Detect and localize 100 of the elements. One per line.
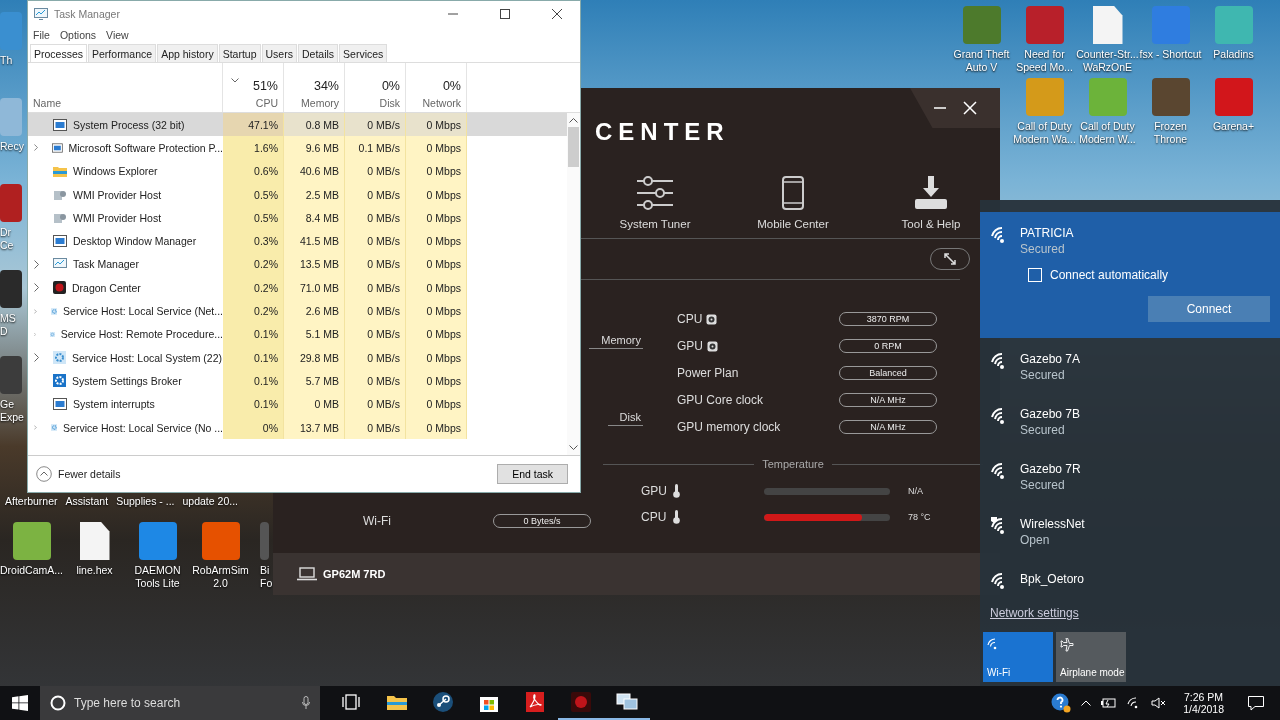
desktop-shortcut[interactable]: Ge Expe	[0, 356, 27, 442]
desktop-icon-label[interactable]: Assistant	[65, 495, 109, 507]
table-cell: 0 Mbps	[406, 206, 467, 230]
connect-automatically-checkbox[interactable]: Connect automatically	[1028, 268, 1169, 282]
end-task-button[interactable]: End task	[497, 464, 568, 484]
connect-button[interactable]: Connect	[1148, 296, 1270, 322]
tab[interactable]: Users	[261, 44, 297, 62]
steam-icon	[433, 692, 453, 712]
sync-button[interactable]	[930, 248, 970, 270]
process-row[interactable]: Service Host: Remote Procedure... 0.1% 5.1 MB 0 MB/s 0 Mbps	[28, 322, 567, 346]
tab[interactable]: App history	[157, 44, 218, 62]
desktop-shortcut[interactable]: line.hex	[63, 522, 126, 590]
close-icon[interactable]	[552, 8, 562, 19]
network-item[interactable]: PATRICIA Secured Connect automatically Connect	[980, 212, 1280, 338]
process-row[interactable]: System interrupts 0.1% 0 MB 0 MB/s 0 Mbps	[28, 392, 567, 416]
menu-item[interactable]: Options	[59, 29, 97, 41]
volume-muted-icon[interactable]	[1151, 697, 1168, 709]
network-status: Open	[1020, 533, 1051, 547]
file-icon[interactable]	[79, 522, 110, 560]
process-row[interactable]: Microsoft Software Protection P... 1.6% 9.6 MB 0.1 MB/s 0 Mbps	[28, 136, 567, 160]
table-cell: 2.6 MB	[284, 299, 345, 323]
expand-chevron-icon[interactable]	[34, 259, 39, 269]
clock[interactable]: 7:26 PM 1/4/2018	[1183, 691, 1224, 715]
tab[interactable]: Processes	[30, 44, 88, 62]
desktop-shortcut[interactable]: Bi Fo	[260, 522, 273, 590]
nav-label[interactable]: Mobile Center	[757, 218, 829, 230]
network-item[interactable]: Gazebo 7A Secured	[980, 338, 1280, 393]
tab[interactable]: Performance	[88, 44, 157, 62]
nav-label[interactable]: Tool & Help	[901, 218, 961, 230]
table-cell: 5.1 MB	[284, 322, 345, 346]
desktop-icon-label[interactable]: Supplies - ...	[116, 495, 175, 507]
process-row[interactable]: Desktop Window Manager 0.3% 41.5 MB 0 MB/s 0 Mbps	[28, 229, 567, 253]
network-item[interactable]: Gazebo 7B Secured	[980, 393, 1280, 448]
quick-action-tile[interactable]: Wi-Fi	[983, 632, 1053, 682]
process-row[interactable]: WMI Provider Host 0.5% 2.5 MB 0 MB/s 0 Mbps	[28, 182, 567, 207]
table-cell: 0.2%	[223, 252, 284, 277]
battery-icon[interactable]	[1101, 698, 1118, 708]
search-input[interactable]: Type here to search	[72, 695, 296, 711]
tab-label[interactable]: Memory	[589, 334, 643, 349]
scroll-up-icon[interactable]	[569, 117, 578, 123]
app-icon[interactable]	[12, 522, 51, 560]
app-icon[interactable]	[138, 522, 177, 560]
column-header[interactable]: Name	[28, 63, 223, 112]
desktop-shortcut[interactable]: fsx - Shortcut	[1139, 6, 1202, 74]
column-header[interactable]: 51% CPU	[223, 63, 284, 112]
desktop-shortcut[interactable]: Need for Speed Mo...	[1013, 6, 1076, 74]
sliders-icon[interactable]	[636, 176, 674, 210]
process-row[interactable]: Dragon Center 0.2% 71.0 MB 0 MB/s 0 Mbps	[28, 276, 567, 300]
tab[interactable]: Services	[339, 44, 388, 62]
scrollbar-thumb[interactable]	[568, 127, 579, 167]
tab-label[interactable]: Disk	[607, 411, 643, 426]
download-icon[interactable]	[914, 176, 948, 210]
table-cell: 0.1%	[223, 322, 284, 346]
desktop-shortcut[interactable]: DroidCamA...	[0, 522, 63, 590]
network-item[interactable]: Gazebo 7R Secured	[980, 448, 1280, 503]
process-row[interactable]: Service Host: Local Service (No ... 0% 13.7 MB 0 MB/s 0 Mbps	[28, 415, 567, 440]
expand-chevron-icon[interactable]	[34, 143, 38, 153]
tab[interactable]: Startup	[218, 44, 261, 62]
scrollbar[interactable]	[567, 113, 580, 455]
column-header[interactable]: 0% Disk	[345, 63, 406, 112]
column-header[interactable]: 34% Memory	[284, 63, 345, 112]
app-icon[interactable]	[1151, 78, 1190, 116]
show-hidden-icons-icon[interactable]	[1081, 700, 1092, 706]
expand-chevron-icon[interactable]	[34, 283, 39, 293]
network-settings-link[interactable]: Network settings	[980, 598, 1089, 628]
search-field[interactable]: Type here to search	[40, 686, 320, 720]
desktop-icon-label[interactable]: Afterburner	[5, 495, 58, 507]
table-cell: 71.0 MB	[284, 276, 345, 300]
process-row[interactable]: Windows Explorer 0.6% 40.6 MB 0 MB/s 0 Mbps	[28, 159, 567, 183]
table-cell: 0 MB/s	[345, 229, 406, 253]
process-row[interactable]: System Process (32 bit) 47.1% 0.8 MB 0 MB/s 0 Mbps	[28, 113, 567, 137]
desktop-shortcut[interactable]: RobArmSim 2.0	[189, 522, 252, 590]
window-icon	[51, 141, 63, 154]
scroll-down-icon[interactable]	[569, 445, 578, 451]
process-row[interactable]: Service Host: Local System (22) 0.1% 29.8 MB 0 MB/s 0 Mbps	[28, 345, 567, 370]
desktop-icon-label[interactable]: update 20...	[182, 495, 238, 507]
process-row[interactable]: WMI Provider Host 0.5% 8.4 MB 0 MB/s 0 Mbps	[28, 206, 567, 230]
network-item[interactable]: Bpk_Oetoro	[980, 558, 1280, 598]
desktop-shortcut[interactable]: Grand Theft Auto V	[950, 6, 1013, 74]
network-item[interactable]: WirelessNet Open	[980, 503, 1280, 558]
process-row[interactable]: System Settings Broker 0.1% 5.7 MB 0 MB/s 0 Mbps	[28, 369, 567, 393]
fewer-details-button[interactable]: Fewer details	[36, 466, 121, 482]
expand-chevron-icon[interactable]	[34, 353, 39, 363]
menu-item[interactable]: View	[106, 29, 129, 41]
column-header[interactable]: 0% Network	[406, 63, 467, 112]
tab[interactable]: Details	[297, 44, 339, 62]
desktop-shortcut[interactable]: DAEMON Tools Lite	[126, 522, 189, 590]
nav-label[interactable]: System Tuner	[619, 218, 691, 230]
quick-action-tile[interactable]: Airplane mode	[1056, 632, 1126, 682]
notifications-icon[interactable]	[1248, 695, 1264, 711]
process-row[interactable]: Task Manager 0.2% 13.5 MB 0 MB/s 0 Mbps	[28, 252, 567, 277]
app-icon[interactable]	[201, 522, 240, 560]
phone-icon[interactable]	[782, 176, 804, 210]
folder-icon	[53, 165, 67, 178]
menu-item[interactable]: File	[33, 29, 50, 41]
maximize-icon[interactable]	[500, 8, 510, 19]
help-icon[interactable]	[1051, 693, 1072, 713]
desktop-shortcut[interactable]: Counter-Str... WaRzOnE	[1076, 6, 1139, 74]
process-row[interactable]: Service Host: Local Service (Net... 0.2% 2.6 MB 0 MB/s 0 Mbps	[28, 299, 567, 323]
table-cell: 0 Mbps	[406, 415, 467, 440]
